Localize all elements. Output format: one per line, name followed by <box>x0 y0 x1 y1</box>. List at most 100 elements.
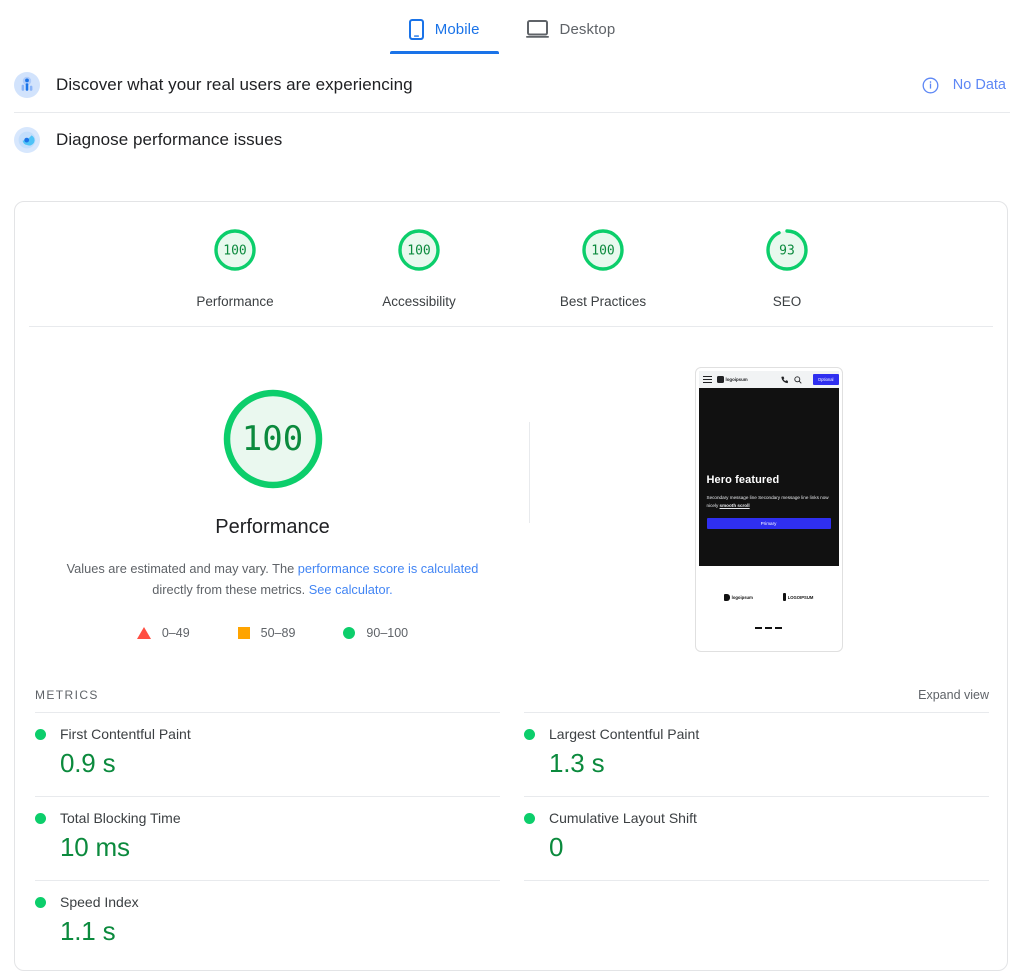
metric-speed-index[interactable]: Speed Index 1.1 s <box>35 880 500 964</box>
tab-mobile[interactable]: Mobile <box>389 18 499 54</box>
metric-header: Speed Index <box>35 894 500 910</box>
performance-hero: 100 Performance Values are estimated and… <box>15 327 1007 677</box>
metric-header: Largest Contentful Paint <box>524 726 989 742</box>
metric-name: First Contentful Paint <box>60 726 191 742</box>
metric-value: 0 <box>549 832 564 862</box>
metric-largest-contentful-paint[interactable]: Largest Contentful Paint 1.3 s <box>524 712 989 796</box>
screenshot-hero-title: Hero featured <box>706 474 780 486</box>
hamburger-icon <box>702 375 712 385</box>
screenshot-brand-label: logoipsum <box>725 377 748 382</box>
final-screenshot-inner: logoipsum Optional Hero featured Seconda… <box>698 371 839 648</box>
gauge-seo-ring: 93 <box>724 225 850 280</box>
gauge-performance-score: 100 <box>223 244 246 259</box>
performance-gauge-large: 100 <box>215 381 331 497</box>
gauge-performance[interactable]: 100 Performance <box>172 225 298 309</box>
screenshot-hero-subtitle: Secondary message line Secondary message… <box>707 494 831 510</box>
performance-summary: 100 Performance Values are estimated and… <box>15 367 530 677</box>
screenshot-brand: logoipsum <box>716 376 748 383</box>
no-data-link[interactable]: No Data <box>922 77 1006 94</box>
gauge-best-practices-label: Best Practices <box>559 294 647 309</box>
logo-mark-icon <box>783 593 786 601</box>
metric-name: Largest Contentful Paint <box>549 726 700 742</box>
field-data-title: Discover what your real users are experi… <box>56 75 413 94</box>
tab-desktop[interactable]: Desktop <box>520 19 622 53</box>
triangle-icon <box>136 627 151 639</box>
disclaimer-middle: directly from these metrics. <box>152 582 309 597</box>
performance-score-link[interactable]: performance score is calculated <box>298 561 479 576</box>
gauge-performance-label: Performance <box>196 294 274 309</box>
metric-header: Cumulative Layout Shift <box>524 810 989 826</box>
legend-range-average: 50–89 <box>260 626 296 640</box>
circle-icon <box>343 627 356 639</box>
lab-data-title: Diagnose performance issues <box>56 130 283 149</box>
screenshot-footer-logo-1-label: logoipsum <box>731 594 753 600</box>
logo-mark-icon <box>723 593 730 601</box>
gauge-seo-label: SEO <box>772 294 802 309</box>
expand-view-toggle[interactable]: Expand view <box>918 688 989 702</box>
phone-icon <box>781 371 788 389</box>
tab-desktop-label: Desktop <box>559 20 616 38</box>
gauge-accessibility[interactable]: 100 Accessibility <box>356 225 482 309</box>
status-good-icon <box>524 728 535 740</box>
square-icon <box>237 627 250 639</box>
final-screenshot[interactable]: logoipsum Optional Hero featured Seconda… <box>694 367 843 652</box>
metric-value: 10 ms <box>60 832 130 862</box>
metric-first-contentful-paint[interactable]: First Contentful Paint 0.9 s <box>35 712 500 796</box>
performance-gauge-large-label: Performance <box>215 516 330 538</box>
hero-vertical-divider <box>529 422 530 523</box>
metric-header: Total Blocking Time <box>35 810 500 826</box>
metric-name: Speed Index <box>60 894 139 910</box>
status-good-icon <box>35 728 46 740</box>
gauge-performance-ring: 100 <box>172 225 298 280</box>
score-legend: 0–49 50–89 90–100 <box>15 626 530 640</box>
screenshot-navbar: logoipsum Optional <box>698 371 839 389</box>
device-tabs: Mobile Desktop <box>0 0 1024 58</box>
final-screenshot-container: logoipsum Optional Hero featured Seconda… <box>530 367 1007 677</box>
screenshot-footer-logo-2-label: LOGOIPSUM <box>787 594 814 600</box>
gauge-accessibility-ring: 100 <box>356 225 482 280</box>
gauge-seo-score: 93 <box>779 244 795 259</box>
metric-name: Total Blocking Time <box>60 810 181 826</box>
screenshot-cta-button: Optional <box>812 374 839 385</box>
gauge-seo[interactable]: 93 SEO <box>724 225 850 309</box>
lighthouse-icon <box>14 127 40 153</box>
metrics-header: METRICS Expand view <box>15 677 1007 702</box>
metric-empty-slot <box>524 880 989 964</box>
metric-cumulative-layout-shift[interactable]: Cumulative Layout Shift 0 <box>524 796 989 880</box>
metric-value: 1.3 s <box>549 748 605 778</box>
mobile-icon <box>408 18 424 40</box>
gauge-best-practices-ring: 100 <box>540 225 666 280</box>
legend-item-average: 50–89 <box>237 626 296 640</box>
no-data-label: No Data <box>952 77 1006 93</box>
metric-value: 0.9 s <box>60 748 116 778</box>
legend-item-good: 90–100 <box>343 626 408 640</box>
screenshot-primary-button: Primary <box>706 518 831 529</box>
performance-gauge-large-score: 100 <box>241 419 304 459</box>
field-data-section-header: Discover what your real users are experi… <box>0 58 1024 112</box>
gauge-accessibility-label: Accessibility <box>382 294 456 309</box>
metrics-title: METRICS <box>35 688 99 702</box>
desktop-icon <box>525 19 549 39</box>
gauge-best-practices-score: 100 <box>591 244 614 259</box>
metric-total-blocking-time[interactable]: Total Blocking Time 10 ms <box>35 796 500 880</box>
performance-disclaimer: Values are estimated and may vary. The p… <box>63 558 483 600</box>
search-icon <box>794 371 802 389</box>
screenshot-footer-logos: logoipsum LOGOIPSUM <box>699 566 839 601</box>
real-users-icon <box>14 72 40 98</box>
screenshot-footer-logo-1: logoipsum <box>723 593 753 601</box>
metric-name: Cumulative Layout Shift <box>549 810 697 826</box>
category-scores: 100 Performance 100 Accessibility 100 Be… <box>15 202 1007 326</box>
metric-value: 1.1 s <box>60 916 116 946</box>
screenshot-footer-dashes <box>699 627 839 630</box>
logo-mark-icon <box>716 376 724 383</box>
lighthouse-report-card: 100 Performance 100 Accessibility 100 Be… <box>14 201 1008 971</box>
metric-header: First Contentful Paint <box>35 726 500 742</box>
info-icon <box>922 77 939 94</box>
metrics-grid: First Contentful Paint 0.9 s Largest Con… <box>15 712 1007 964</box>
gauge-best-practices[interactable]: 100 Best Practices <box>540 225 666 309</box>
legend-item-poor: 0–49 <box>136 626 190 640</box>
status-good-icon <box>35 896 46 908</box>
screenshot-sub-link: smooth scroll <box>719 503 750 508</box>
see-calculator-link[interactable]: See calculator. <box>309 582 393 597</box>
legend-range-poor: 0–49 <box>161 626 190 640</box>
